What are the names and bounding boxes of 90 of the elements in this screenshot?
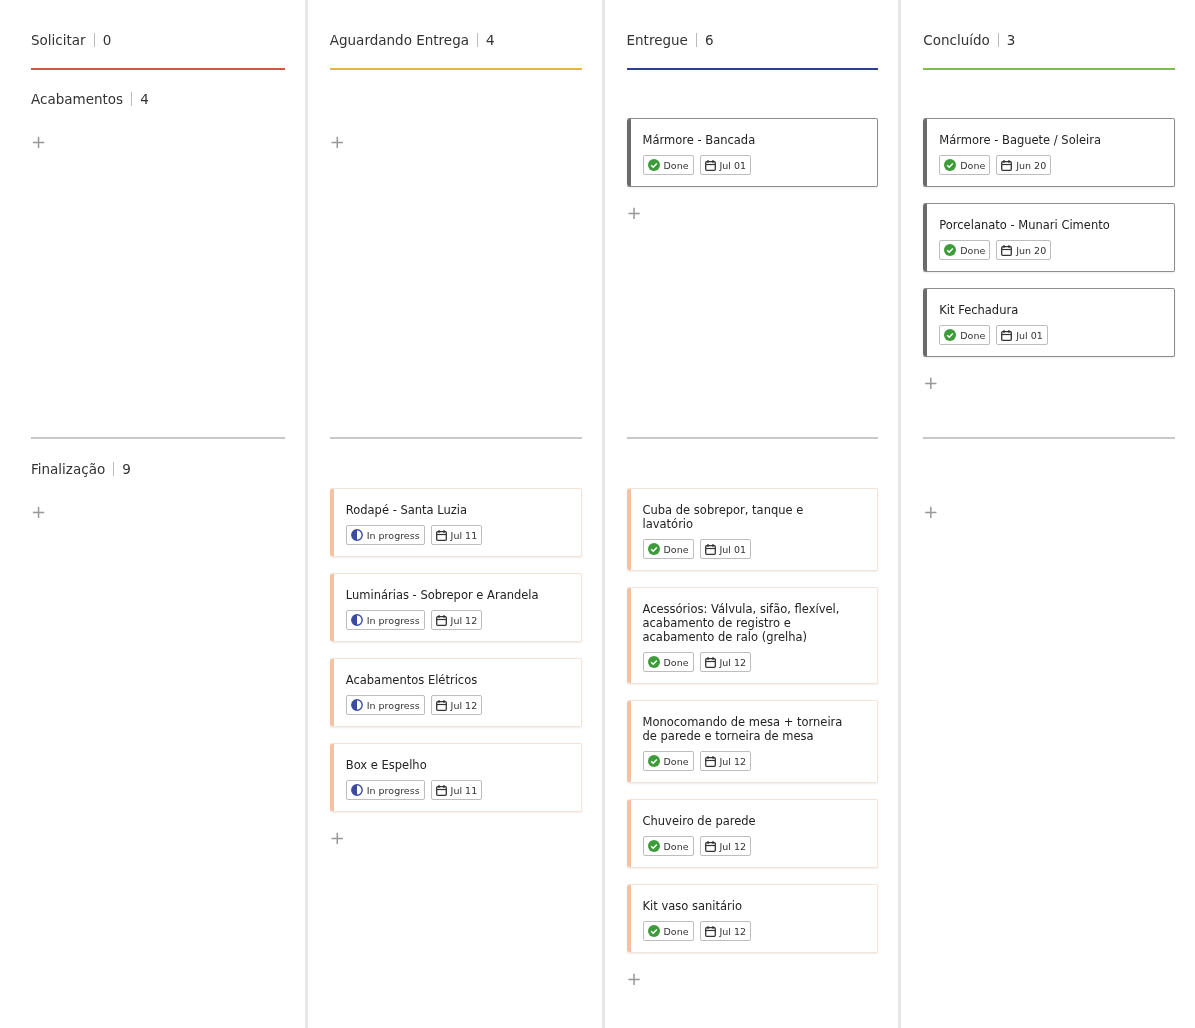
- column-count: 0: [93, 33, 112, 47]
- status-label: Done: [663, 656, 689, 668]
- card-title: Rodapé - Santa Luzia: [345, 503, 469, 517]
- status-label: Done: [663, 755, 689, 767]
- calendar-icon: [435, 699, 447, 711]
- task-card[interactable]: Kit vaso sanitário Done Jul 12: [626, 884, 879, 953]
- status-label: Done: [960, 244, 986, 256]
- task-card[interactable]: Cuba de sobrepor, tanque e lavatório Done Jul 01: [626, 488, 879, 571]
- due-date: Jul 11: [450, 529, 478, 541]
- due-date: Jun 20: [1016, 244, 1047, 256]
- column-count: 4: [477, 33, 495, 47]
- check-circle-icon: [944, 159, 957, 171]
- status-label: In progress: [366, 614, 420, 626]
- calendar-icon: [435, 784, 447, 796]
- calendar-icon: [704, 925, 716, 937]
- card-title: Mármore - Bancada: [642, 133, 757, 147]
- check-circle-icon: [647, 840, 660, 852]
- status-label: Done: [663, 159, 689, 171]
- check-circle-icon: [647, 925, 660, 937]
- due-date: Jul 11: [450, 784, 478, 796]
- calendar-icon: [1001, 244, 1013, 256]
- card-title: Kit vaso sanitário: [642, 899, 743, 913]
- calendar-icon: [704, 840, 716, 852]
- calendar-icon: [704, 656, 716, 668]
- task-card[interactable]: Mármore - Baguete / Soleira Done Jun 20: [923, 118, 1175, 187]
- due-date: Jul 12: [719, 925, 747, 937]
- card-title: Porcelanato - Munari Cimento: [939, 218, 1111, 232]
- task-card[interactable]: Acessórios: Válvula, sifão, flexível, acabamento de registro e acabamento de ralo (grelha) Done Jul 12: [626, 587, 879, 684]
- half-circle-icon: [350, 614, 363, 626]
- task-card[interactable]: Kit Fechadura Done Jul 01: [923, 288, 1175, 357]
- column-title: Entregue: [626, 32, 688, 48]
- calendar-icon: [704, 755, 716, 767]
- card-title: Acessórios: Válvula, sifão, flexível, acabamento de registro e acabamento de ralo (grelha): [642, 602, 841, 644]
- card-title: Mármore - Baguete / Soleira: [939, 133, 1102, 147]
- card-title: Chuveiro de parede: [642, 814, 757, 828]
- card-title: Luminárias - Sobrepor e Arandela: [345, 588, 540, 602]
- column-title: Concluído: [923, 32, 990, 48]
- card-title: Kit Fechadura: [939, 303, 1020, 317]
- task-card[interactable]: Box e Espelho In progress Jul 11: [329, 743, 582, 812]
- lane-count: 4: [131, 92, 149, 106]
- due-date: Jul 12: [450, 699, 478, 711]
- lane-title: Acabamentos: [31, 91, 124, 107]
- status-label: In progress: [366, 529, 420, 541]
- status-label: Done: [960, 159, 986, 171]
- status-label: In progress: [366, 699, 420, 711]
- task-card[interactable]: Acabamentos Elétricos In progress Jul 12: [329, 658, 582, 727]
- column-title: Aguardando Entrega: [329, 32, 469, 48]
- status-label: Done: [663, 543, 689, 555]
- column-count: 6: [695, 33, 714, 47]
- calendar-icon: [435, 614, 447, 626]
- card-title: Acabamentos Elétricos: [345, 673, 479, 687]
- task-card[interactable]: Monocomando de mesa + torneira de parede e torneira de mesa Done Jul 12: [626, 700, 879, 783]
- calendar-icon: [704, 543, 716, 555]
- check-circle-icon: [944, 329, 957, 341]
- column-count: 3: [997, 33, 1016, 47]
- card-title: Box e Espelho: [345, 758, 428, 772]
- half-circle-icon: [350, 699, 363, 711]
- due-date: Jul 01: [1016, 329, 1043, 341]
- task-card[interactable]: Mármore - Bancada Done Jul 01: [626, 118, 879, 187]
- due-date: Jul 12: [719, 840, 747, 852]
- lane-title: Finalização: [31, 461, 106, 477]
- column-title: Solicitar: [31, 32, 86, 48]
- calendar-icon: [1001, 159, 1013, 171]
- task-card[interactable]: Luminárias - Sobrepor e Arandela In progress Jul 12: [329, 573, 582, 642]
- due-date: Jul 12: [719, 656, 747, 668]
- calendar-icon: [435, 529, 447, 541]
- check-circle-icon: [944, 244, 957, 256]
- check-circle-icon: [647, 543, 660, 555]
- status-label: Done: [960, 329, 986, 341]
- check-circle-icon: [647, 755, 660, 767]
- half-circle-icon: [350, 784, 363, 796]
- calendar-icon: [704, 159, 716, 171]
- due-date: Jul 12: [719, 755, 747, 767]
- half-circle-icon: [350, 529, 363, 541]
- status-label: In progress: [366, 784, 420, 796]
- card-title: Cuba de sobrepor, tanque e lavatório: [642, 503, 805, 531]
- lane-count: 9: [113, 462, 131, 476]
- status-label: Done: [663, 840, 689, 852]
- due-date: Jun 20: [1016, 159, 1047, 171]
- status-label: Done: [663, 925, 689, 937]
- due-date: Jul 01: [719, 159, 747, 171]
- task-card[interactable]: Rodapé - Santa Luzia In progress Jul 11: [329, 488, 582, 557]
- check-circle-icon: [647, 656, 660, 668]
- due-date: Jul 01: [719, 543, 747, 555]
- task-card[interactable]: Porcelanato - Munari Cimento Done Jun 20: [923, 203, 1175, 272]
- due-date: Jul 12: [450, 614, 478, 626]
- calendar-icon: [1001, 329, 1013, 341]
- check-circle-icon: [647, 159, 660, 171]
- card-title: Monocomando de mesa + torneira de parede e torneira de mesa: [642, 715, 844, 743]
- task-card[interactable]: Chuveiro de parede Done Jul 12: [626, 799, 879, 868]
